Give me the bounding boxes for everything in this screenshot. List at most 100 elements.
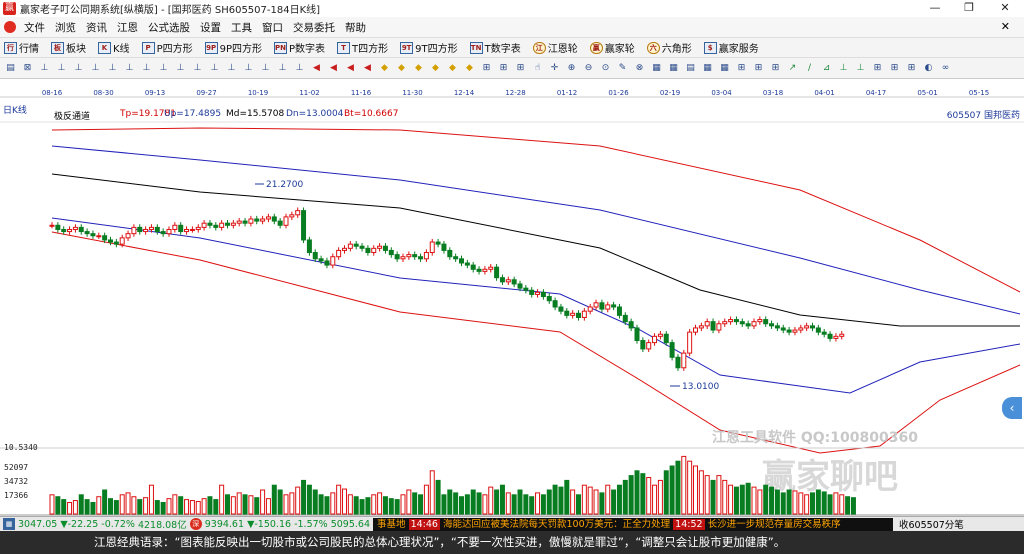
candle-body-15 xyxy=(137,226,143,233)
menu-help[interactable]: 帮助 xyxy=(340,20,371,35)
toolbar-button-7[interactable]: 9T 9T四方形 xyxy=(396,40,458,55)
tool-icon-17[interactable]: ⊥ xyxy=(293,61,306,75)
tool-icon-45[interactable]: ⊞ xyxy=(769,61,782,75)
toolbar-button-6[interactable]: T T四方形 xyxy=(333,40,388,55)
tool-icon-1[interactable]: ⊠ xyxy=(21,61,34,75)
tool-icon-23[interactable]: ◆ xyxy=(395,61,408,75)
maximize-button[interactable]: ❐ xyxy=(952,0,986,17)
volume-bar-15 xyxy=(137,499,143,515)
tool-icon-9[interactable]: ⊥ xyxy=(157,61,170,75)
menu-window[interactable]: 窗口 xyxy=(257,20,288,35)
tool-icon-25[interactable]: ◆ xyxy=(429,61,442,75)
tool-icon-52[interactable]: ⊞ xyxy=(888,61,901,75)
tool-icon-33[interactable]: ⊕ xyxy=(565,61,578,75)
tool-icon-2[interactable]: ⊥ xyxy=(38,61,51,75)
kline-chart-svg[interactable]: 08-16 08-30 09-13 09-27 10-19 11-02 11-16 11-30… xyxy=(0,80,1024,516)
menu-logo-icon[interactable] xyxy=(4,21,16,33)
menu-trade[interactable]: 交易委托 xyxy=(288,20,340,35)
tool-icon-41[interactable]: ▦ xyxy=(701,61,714,75)
window-controls: — ❐ ✕ xyxy=(918,0,1024,17)
candle-body-48 xyxy=(330,256,336,266)
child-close-icon[interactable]: ✕ xyxy=(1001,20,1010,33)
news-ticker[interactable]: 事基地 14:46 海能达回应被美法院每天罚款100万美元：正全力处理 14:5… xyxy=(373,517,894,531)
tool-icon-4[interactable]: ⊥ xyxy=(72,61,85,75)
toolbar-icon-12: $ xyxy=(703,41,717,54)
lower-red-band xyxy=(51,231,1021,454)
candle-body-35 xyxy=(254,218,260,222)
tool-icon-44[interactable]: ⊞ xyxy=(752,61,765,75)
tool-icon-8[interactable]: ⊥ xyxy=(140,61,153,75)
tool-icon-20[interactable]: ◀ xyxy=(344,61,357,75)
tool-icon-14[interactable]: ⊥ xyxy=(242,61,255,75)
tool-icon-24[interactable]: ◆ xyxy=(412,61,425,75)
tool-icon-12[interactable]: ⊥ xyxy=(208,61,221,75)
tool-icon-27[interactable]: ◆ xyxy=(463,61,476,75)
menu-info[interactable]: 资讯 xyxy=(81,20,112,35)
toolbar-label-3: P四方形 xyxy=(156,44,193,55)
tool-icon-26[interactable]: ◆ xyxy=(446,61,459,75)
tool-icon-16[interactable]: ⊥ xyxy=(276,61,289,75)
menu-browse[interactable]: 浏览 xyxy=(50,20,81,35)
grid-icon[interactable]: ▦ xyxy=(3,518,15,530)
tool-icon-46[interactable]: ↗ xyxy=(786,61,799,75)
toolbar-button-10[interactable]: 赢赢家轮 xyxy=(586,40,635,55)
tool-icon-6[interactable]: ⊥ xyxy=(106,61,119,75)
toolbar-button-3[interactable]: P P四方形 xyxy=(138,40,193,55)
tool-icon-49[interactable]: ⊥ xyxy=(837,61,850,75)
tool-icon-21[interactable]: ◀ xyxy=(361,61,374,75)
tool-icon-15[interactable]: ⊥ xyxy=(259,61,272,75)
menu-settings[interactable]: 设置 xyxy=(195,20,226,35)
tool-icon-38[interactable]: ▦ xyxy=(650,61,663,75)
tool-icon-35[interactable]: ⊙ xyxy=(599,61,612,75)
tool-icon-43[interactable]: ⊞ xyxy=(735,61,748,75)
tool-icon-53[interactable]: ⊞ xyxy=(905,61,918,75)
tool-icon-22[interactable]: ◆ xyxy=(378,61,391,75)
tool-icon-54[interactable]: ◐ xyxy=(922,61,935,75)
toolbar-button-12[interactable]: $ 赢家服务 xyxy=(700,40,759,55)
tool-icon-7[interactable]: ⊥ xyxy=(123,61,136,75)
tool-icon-34[interactable]: ⊖ xyxy=(582,61,595,75)
tool-icon-51[interactable]: ⊞ xyxy=(871,61,884,75)
tool-icon-37[interactable]: ⊗ xyxy=(633,61,646,75)
tool-icon-30[interactable]: ⊞ xyxy=(514,61,527,75)
menu-file[interactable]: 文件 xyxy=(19,20,50,35)
close-button[interactable]: ✕ xyxy=(986,0,1024,17)
tool-icon-29[interactable]: ⊞ xyxy=(497,61,510,75)
tool-icon-10[interactable]: ⊥ xyxy=(174,61,187,75)
news-item-1[interactable]: 海能达回应被美法院每天罚款100万美元：正全力处理 xyxy=(443,519,670,530)
tool-icon-3[interactable]: ⊥ xyxy=(55,61,68,75)
tool-icon-40[interactable]: ▤ xyxy=(684,61,697,75)
tool-icon-32[interactable]: ✛ xyxy=(548,61,561,75)
toolbar-button-4[interactable]: 9P 9P四方形 xyxy=(201,40,262,55)
tool-icon-5[interactable]: ⊥ xyxy=(89,61,102,75)
tool-icon-19[interactable]: ◀ xyxy=(327,61,340,75)
toolbar-button-1[interactable]: 板板块 xyxy=(47,40,86,55)
toolbar-button-5[interactable]: PN P数字表 xyxy=(270,40,325,55)
scroll-left-button[interactable]: ‹ xyxy=(1002,397,1022,419)
news-item-2[interactable]: 长沙进一步规范存量房交易秩序 xyxy=(708,519,841,530)
toolbar-button-0[interactable]: 行行情 xyxy=(0,40,39,55)
tool-icon-36[interactable]: ✎ xyxy=(616,61,629,75)
tool-icon-13[interactable]: ⊥ xyxy=(225,61,238,75)
toolbar-button-9[interactable]: 江江恩轮 xyxy=(529,40,578,55)
tool-icon-18[interactable]: ◀ xyxy=(310,61,323,75)
menu-gann[interactable]: 江恩 xyxy=(112,20,143,35)
tick-detail-label[interactable]: 收605507分笔 xyxy=(899,517,964,531)
tool-icon-28[interactable]: ⊞ xyxy=(480,61,493,75)
toolbar-button-11[interactable]: 六六角形 xyxy=(643,40,692,55)
kline-chart-area[interactable]: 08-16 08-30 09-13 09-27 10-19 11-02 11-16 11-30… xyxy=(0,80,1024,516)
tool-icon-48[interactable]: ⊿ xyxy=(820,61,833,75)
menu-formula[interactable]: 公式选股 xyxy=(143,20,195,35)
toolbar-button-8[interactable]: TN T数字表 xyxy=(466,40,521,55)
tool-icon-0[interactable]: ▤ xyxy=(4,61,17,75)
tool-icon-31[interactable]: ☝ xyxy=(531,61,544,75)
toolbar-button-2[interactable]: K K线 xyxy=(94,40,130,55)
tool-icon-39[interactable]: ▦ xyxy=(667,61,680,75)
tool-icon-11[interactable]: ⊥ xyxy=(191,61,204,75)
tool-icon-55[interactable]: ∞ xyxy=(939,61,952,75)
minimize-button[interactable]: — xyxy=(918,0,952,17)
menu-tools[interactable]: 工具 xyxy=(226,20,257,35)
tool-icon-47[interactable]: ∕ xyxy=(803,61,816,75)
tool-icon-50[interactable]: ⊥ xyxy=(854,61,867,75)
tool-icon-42[interactable]: ▦ xyxy=(718,61,731,75)
